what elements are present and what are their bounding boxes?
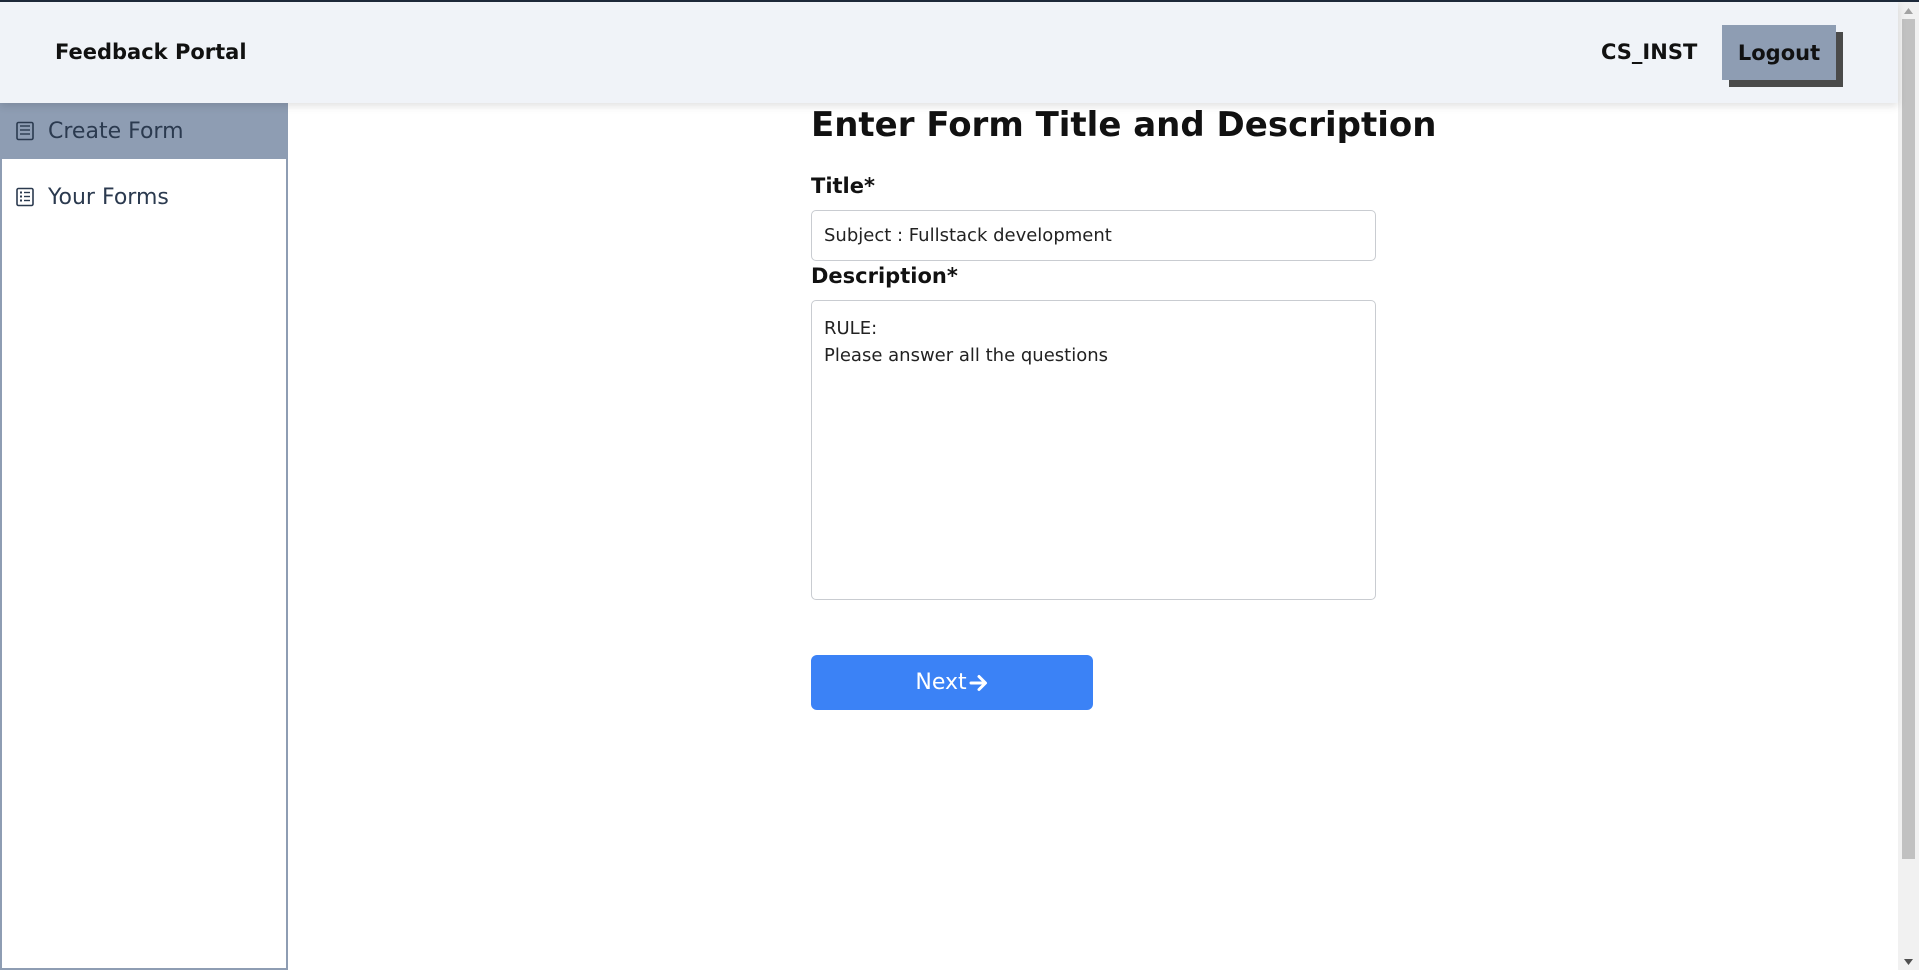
sidebar-item-create-form[interactable]: Create Form (2, 103, 286, 159)
username-label: CS_INST (1601, 40, 1698, 64)
scrollbar-thumb[interactable] (1902, 19, 1915, 859)
vertical-scrollbar[interactable] (1898, 2, 1919, 970)
logout-wrapper: Logout (1722, 25, 1843, 87)
scroll-up-icon[interactable] (1898, 2, 1919, 19)
title-label: Title* (811, 174, 875, 198)
page-title: Enter Form Title and Description (811, 105, 1437, 145)
sidebar: Create Form Your Forms (0, 103, 288, 970)
description-textarea[interactable]: RULE: Please answer all the questions (811, 300, 1376, 600)
title-input[interactable] (811, 210, 1376, 261)
logout-button[interactable]: Logout (1722, 25, 1836, 80)
sidebar-item-label: Create Form (48, 118, 184, 144)
page: Feedback Portal CS_INST Logout Create Fo… (0, 0, 1919, 970)
top-header: Feedback Portal CS_INST Logout (0, 2, 1898, 103)
sidebar-item-your-forms[interactable]: Your Forms (2, 169, 286, 225)
scroll-down-icon[interactable] (1898, 953, 1919, 970)
next-label: Next (915, 670, 967, 695)
description-label: Description* (811, 264, 958, 288)
sidebar-item-label: Your Forms (48, 184, 169, 210)
form-icon (16, 121, 34, 141)
brand-title[interactable]: Feedback Portal (55, 40, 247, 64)
form-list-icon (16, 187, 34, 207)
arrow-right-icon (969, 674, 987, 691)
next-button[interactable]: Next (811, 655, 1093, 710)
